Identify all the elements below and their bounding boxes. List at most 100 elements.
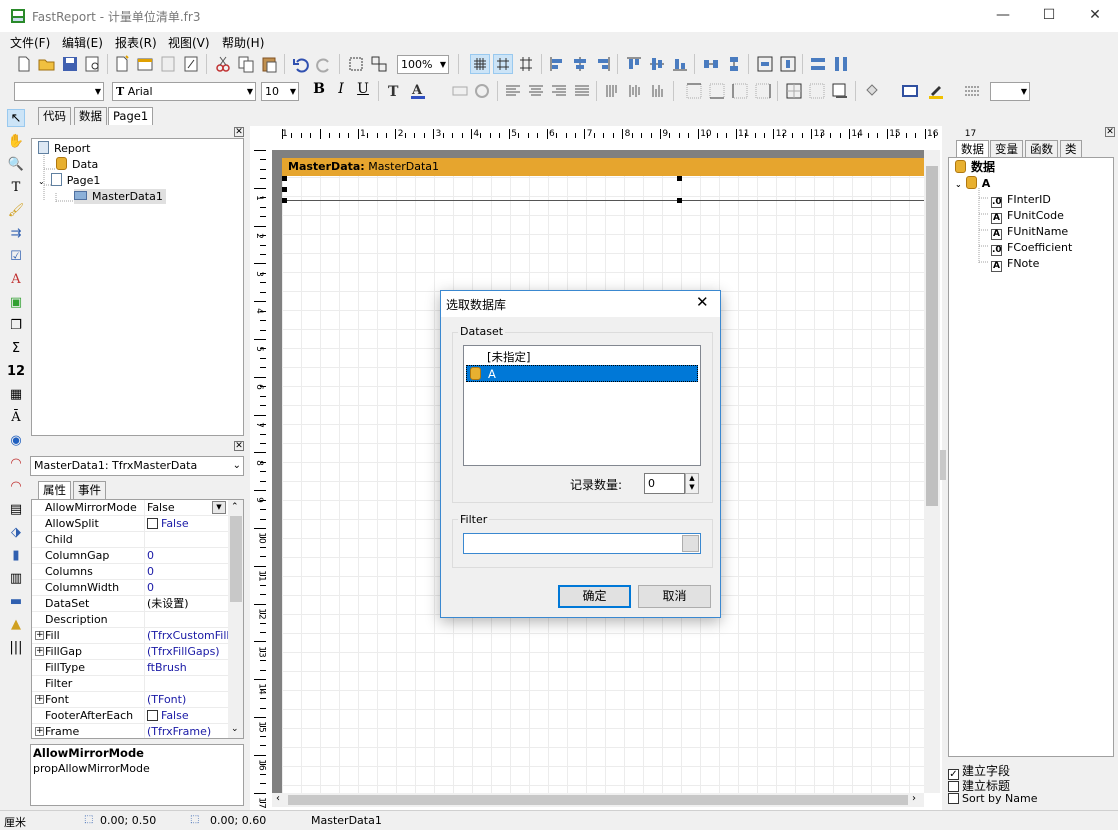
horizontal-scrollbar[interactable]: ‹ › — [272, 793, 924, 807]
property-row[interactable]: ColumnGap 0 — [32, 548, 228, 564]
option-checkbox[interactable]: Sort by Name — [948, 792, 1038, 805]
tab-code[interactable]: 代码 — [38, 107, 71, 125]
tree-field[interactable]: .0 FInterID — [991, 192, 1051, 208]
text-align-right-icon[interactable] — [549, 81, 569, 101]
band-tool-icon[interactable]: ⇉ — [7, 225, 25, 243]
dataset-item-a[interactable]: A — [466, 365, 698, 382]
same-height-icon[interactable] — [831, 54, 851, 74]
align-bottom-icon[interactable] — [670, 54, 690, 74]
masterdata-band[interactable] — [282, 176, 924, 201]
scroll-thumb[interactable] — [926, 166, 938, 506]
record-count-spinner[interactable]: ▲ ▼ — [685, 473, 699, 494]
property-value[interactable]: 0 — [147, 580, 154, 595]
select-tool-icon[interactable]: ↖ — [7, 109, 25, 127]
frame-all-icon[interactable] — [784, 81, 804, 101]
ungroup-icon[interactable] — [369, 54, 389, 74]
chevron-down-icon[interactable]: ▼ — [212, 501, 226, 514]
dataset-list[interactable]: [未指定] A — [463, 345, 701, 466]
line-width-combo[interactable]: ▼ — [990, 82, 1030, 101]
property-row[interactable]: AllowMirrorMode False ▼ — [32, 500, 228, 516]
close-panel-icon[interactable]: ✕ — [234, 441, 244, 451]
property-value[interactable]: (未设置) — [147, 596, 189, 611]
minimize-button[interactable]: — — [980, 0, 1026, 32]
align-top-icon[interactable] — [624, 54, 644, 74]
document-tool-icon[interactable]: ▥ — [7, 570, 25, 588]
scroll-thumb[interactable] — [230, 516, 242, 602]
align-right-icon[interactable] — [593, 54, 613, 74]
property-value[interactable]: (TfrxCustomFill) — [147, 628, 234, 643]
scroll-down-icon[interactable]: ⌄ — [231, 724, 239, 734]
property-value[interactable]: False — [147, 708, 189, 723]
page-settings-icon[interactable] — [181, 54, 201, 74]
scroll-right-icon[interactable]: › — [912, 793, 916, 804]
pen-color-icon[interactable] — [926, 81, 946, 101]
property-value[interactable]: (TfrxFrame) — [147, 724, 211, 738]
checkbox[interactable] — [147, 710, 158, 721]
tab-data-tree[interactable]: 数据 — [956, 140, 989, 158]
new-dialog-icon[interactable] — [135, 54, 155, 74]
text-bottom-icon[interactable] — [648, 81, 668, 101]
spin-down-icon[interactable]: ▼ — [686, 483, 698, 492]
filter-input[interactable] — [463, 533, 701, 554]
align-left-icon[interactable] — [547, 54, 567, 74]
checkbox-tool-icon[interactable]: ☑ — [7, 248, 25, 266]
bold-button[interactable]: B — [309, 81, 329, 101]
masterdata-band-header[interactable]: MasterData: MasterData1 — [282, 158, 924, 176]
selection-handle[interactable] — [677, 198, 682, 203]
fit-grid-icon[interactable] — [516, 54, 536, 74]
expand-icon[interactable]: + — [35, 631, 44, 640]
group-icon[interactable] — [346, 54, 366, 74]
property-row[interactable]: Columns 0 — [32, 564, 228, 580]
text-justify-icon[interactable] — [572, 81, 592, 101]
spin-up-icon[interactable]: ▲ — [686, 474, 698, 483]
menu-view[interactable]: 视图(V) — [168, 34, 210, 51]
property-value[interactable]: False — [147, 516, 189, 531]
tab-data[interactable]: 数据 — [74, 107, 107, 125]
frame-none-icon[interactable] — [807, 81, 827, 101]
splitter-handle[interactable] — [940, 450, 946, 480]
property-row[interactable]: FillType ftBrush — [32, 660, 228, 676]
scroll-up-icon[interactable]: ⌃ — [231, 502, 239, 512]
highlight-icon[interactable]: T — [385, 81, 405, 101]
tree-field[interactable]: .0 FCoefficient — [991, 240, 1072, 256]
selection-handle[interactable] — [282, 176, 287, 181]
property-row[interactable]: FooterAfterEach False — [32, 708, 228, 724]
gauge-tool-icon[interactable]: ◠ — [7, 455, 25, 473]
tree-field[interactable]: A FUnitCode — [991, 208, 1064, 224]
tree-data[interactable]: Data — [56, 157, 98, 172]
tab-properties[interactable]: 属性 — [38, 481, 71, 499]
ole-tool-icon[interactable]: ◉ — [7, 432, 25, 450]
filter-expression-button[interactable] — [682, 535, 699, 552]
barcode-tool-icon[interactable]: ||| — [7, 639, 25, 657]
selection-handle[interactable] — [282, 187, 287, 192]
center-vertical-icon[interactable] — [778, 54, 798, 74]
rich-text-tool-icon[interactable]: Ā — [7, 409, 25, 427]
property-row[interactable]: AllowSplit False — [32, 516, 228, 532]
property-row[interactable]: ColumnWidth 0 — [32, 580, 228, 596]
style-combo[interactable]: ▼ — [14, 82, 104, 101]
diagram-tool-icon[interactable]: ⬗ — [7, 524, 25, 542]
tree-field[interactable]: A FNote — [991, 256, 1039, 272]
menu-file[interactable]: 文件(F) — [10, 34, 50, 51]
close-panel-icon[interactable]: ✕ — [1105, 127, 1115, 137]
text-tool-icon[interactable]: T — [7, 179, 25, 197]
zoom-combo[interactable]: 100% ▼ — [397, 55, 449, 74]
space-vertical-icon[interactable] — [724, 54, 744, 74]
font-size-combo[interactable]: 10 ▼ — [261, 82, 299, 101]
dataset-item-unspecified[interactable]: [未指定] — [487, 349, 530, 365]
new-icon[interactable] — [14, 54, 34, 74]
maximize-button[interactable]: ☐ — [1026, 0, 1072, 32]
property-row[interactable]: Filter — [32, 676, 228, 692]
frame-color-icon[interactable] — [900, 81, 920, 101]
tab-functions[interactable]: 函数 — [1025, 140, 1058, 158]
property-scrollbar[interactable]: ⌃ ⌄ — [228, 500, 243, 738]
tree-report[interactable]: Report — [38, 141, 90, 156]
cut-icon[interactable] — [213, 54, 233, 74]
delete-page-icon[interactable] — [158, 54, 178, 74]
text-middle-icon[interactable] — [625, 81, 645, 101]
menu-report[interactable]: 报表(R) — [115, 34, 157, 51]
gauge2-tool-icon[interactable]: ◠ — [7, 478, 25, 496]
checkbox[interactable] — [948, 793, 959, 804]
selection-handle[interactable] — [282, 198, 287, 203]
property-row[interactable]: + Fill (TfrxCustomFill) — [32, 628, 234, 644]
